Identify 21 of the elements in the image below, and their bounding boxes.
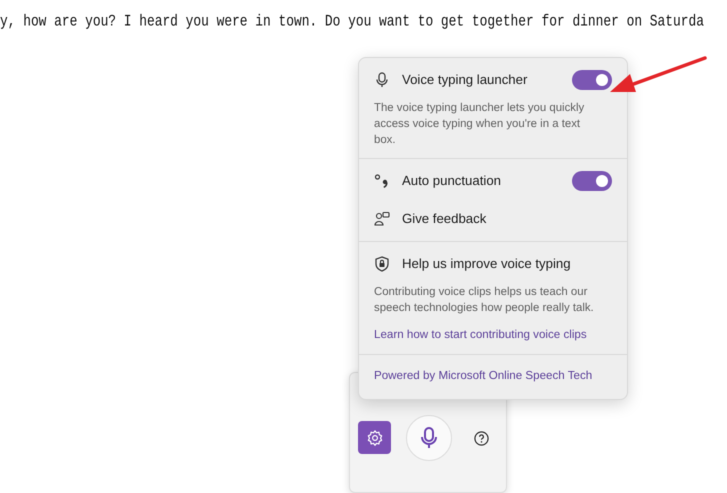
toggle-switch[interactable] [572, 171, 612, 191]
powered-by-link[interactable]: Powered by Microsoft Online Speech Tech [374, 366, 592, 384]
help-button[interactable] [472, 429, 490, 447]
toggle-switch[interactable] [572, 70, 612, 90]
shield-lock-icon [374, 256, 390, 272]
help-icon [474, 430, 488, 446]
setting-label: Help us improve voice typing [402, 255, 572, 274]
microphone-icon [374, 72, 390, 88]
punctuation-icon [374, 173, 390, 189]
learn-more-link[interactable]: Learn how to start contributing voice clips [374, 326, 587, 344]
setting-description: The voice typing launcher lets you quickly access voice typing when you're in a text box. [374, 101, 586, 148]
feedback-icon [374, 211, 390, 227]
microphone-icon [421, 427, 437, 449]
setting-label: Voice typing launcher [402, 71, 528, 90]
give-feedback-link[interactable]: Give feedback [402, 209, 612, 229]
setting-description: Contributing voice clips helps us teach our speech technologies how people really talk. [374, 285, 595, 316]
microphone-button[interactable] [406, 415, 452, 461]
document-text: y, how are you? I heard you were in town. Do you want to get together for dinner on Saturda [0, 10, 704, 32]
settings-button[interactable] [358, 421, 391, 454]
setting-label: Auto punctuation [402, 172, 502, 190]
settings-icon [366, 428, 384, 446]
